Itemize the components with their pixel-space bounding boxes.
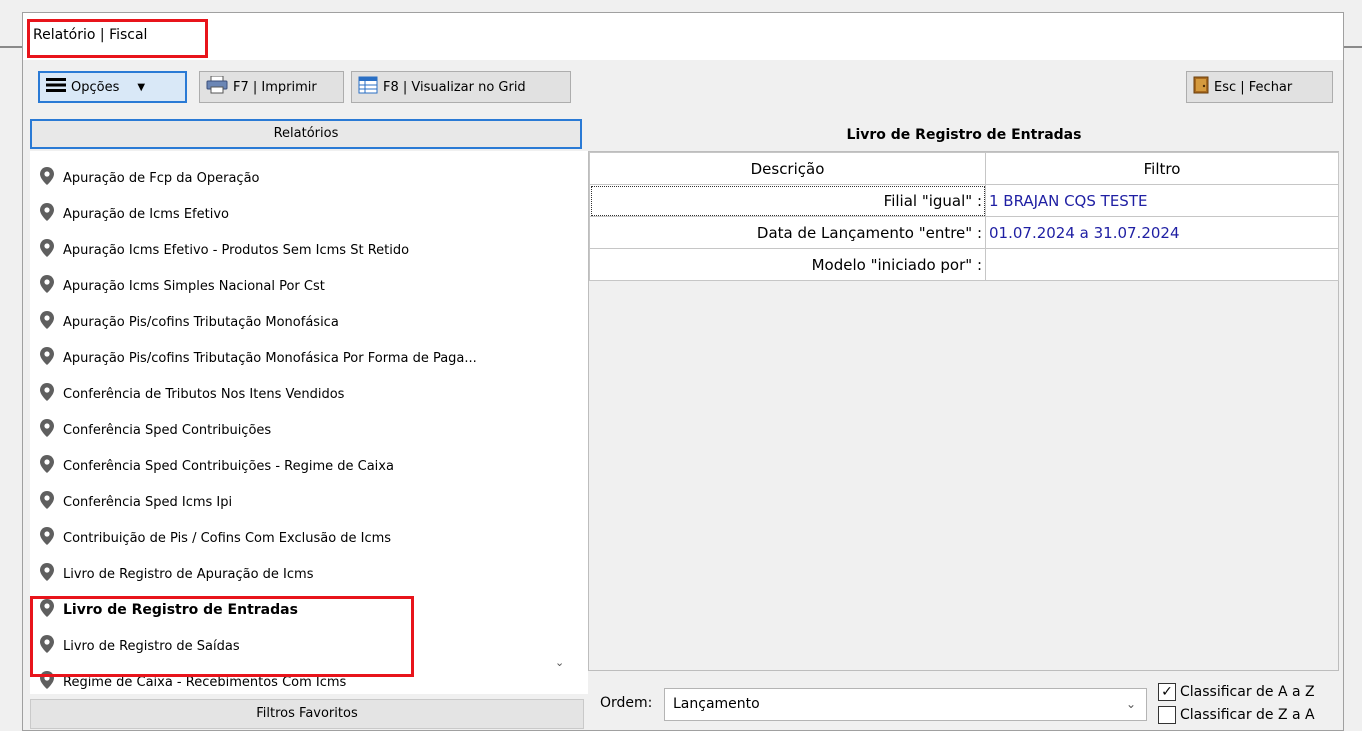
- reports-panel-header: Relatórios: [30, 119, 582, 149]
- view-grid-label: F8 | Visualizar no Grid: [383, 79, 526, 95]
- list-item-label: Apuração Icms Efetivo - Produtos Sem Icm…: [63, 242, 410, 258]
- list-item-label: Apuração Icms Simples Nacional Por Cst: [63, 278, 325, 294]
- list-item[interactable]: Conferência Sped Contribuições - Regime …: [40, 448, 394, 484]
- location-pin-icon: [40, 239, 54, 261]
- location-pin-icon: [40, 527, 54, 549]
- background-divider: [0, 46, 22, 48]
- order-bar: Ordem: Lançamento ⌄ ✓ Classificar de A a…: [588, 671, 1340, 729]
- column-header-descricao[interactable]: Descrição: [589, 152, 986, 185]
- sort-za-checkbox[interactable]: Classificar de Z a A: [1158, 706, 1315, 724]
- printer-icon: [206, 75, 228, 98]
- location-pin-icon: [40, 347, 54, 369]
- door-exit-icon: [1193, 76, 1209, 98]
- options-label: Opções: [71, 79, 120, 95]
- print-button[interactable]: F7 | Imprimir: [199, 71, 344, 103]
- chevron-down-icon: ⌄: [1125, 697, 1136, 711]
- scroll-down-icon[interactable]: ⌄: [555, 656, 564, 669]
- filters-grid-area: Descrição Filtro Filial "igual" : 1 BRAJ…: [588, 151, 1339, 671]
- selection-highlight-box: [30, 596, 414, 677]
- filter-value[interactable]: [985, 248, 1339, 281]
- background-divider: [1344, 46, 1362, 48]
- list-item[interactable]: Apuração Icms Efetivo - Produtos Sem Icm…: [40, 232, 409, 268]
- list-item[interactable]: Apuração Icms Simples Nacional Por Cst: [40, 268, 325, 304]
- location-pin-icon: [40, 203, 54, 225]
- view-grid-button[interactable]: F8 | Visualizar no Grid: [351, 71, 571, 103]
- list-item[interactable]: Contribuição de Pis / Cofins Com Exclusã…: [40, 520, 391, 556]
- filter-value[interactable]: 1 BRAJAN CQS TESTE: [985, 184, 1339, 217]
- options-button[interactable]: Opções ▼: [38, 71, 187, 103]
- list-item[interactable]: Conferência de Tributos Nos Itens Vendid…: [40, 376, 344, 412]
- filter-description: Filial "igual" :: [589, 184, 986, 217]
- location-pin-icon: [40, 563, 54, 585]
- print-label: F7 | Imprimir: [233, 79, 317, 95]
- selected-report-title: Livro de Registro de Entradas: [846, 127, 1082, 143]
- list-item[interactable]: Apuração Pis/cofins Tributação Monofásic…: [40, 340, 477, 376]
- list-item[interactable]: Conferência Sped Contribuições: [40, 412, 271, 448]
- list-item-label: Apuração de Icms Efetivo: [63, 206, 229, 222]
- list-item-label: Conferência Sped Contribuições: [63, 422, 272, 438]
- list-item[interactable]: Conferência Sped Icms Ipi: [40, 484, 232, 520]
- list-item-label: Conferência de Tributos Nos Itens Vendid…: [63, 386, 345, 402]
- order-label: Ordem:: [600, 695, 653, 711]
- list-item-label: Contribuição de Pis / Cofins Com Exclusã…: [63, 530, 392, 546]
- checkbox-checked-icon: ✓: [1158, 683, 1176, 701]
- location-pin-icon: [40, 455, 54, 477]
- table-row[interactable]: Filial "igual" : 1 BRAJAN CQS TESTE: [589, 184, 1339, 217]
- toolbar: Opções ▼ F7 | Imprimir F8 | Visualizar n…: [23, 65, 1343, 110]
- filter-description: Modelo "iniciado por" :: [589, 248, 986, 281]
- favorite-filters-button[interactable]: Filtros Favoritos: [30, 699, 584, 729]
- close-button[interactable]: Esc | Fechar: [1186, 71, 1333, 103]
- sort-az-checkbox[interactable]: ✓ Classificar de A a Z: [1158, 683, 1315, 701]
- location-pin-icon: [40, 311, 54, 333]
- location-pin-icon: [40, 491, 54, 513]
- table-row[interactable]: Modelo "iniciado por" :: [589, 248, 1339, 281]
- list-item-label: Conferência Sped Icms Ipi: [63, 494, 233, 510]
- list-item[interactable]: Livro de Registro de Apuração de Icms: [40, 556, 313, 592]
- sort-az-label: Classificar de A a Z: [1180, 684, 1315, 700]
- location-pin-icon: [40, 383, 54, 405]
- list-item-label: Apuração de Fcp da Operação: [63, 170, 260, 186]
- filter-description: Data de Lançamento "entre" :: [589, 216, 986, 249]
- list-item-label: Conferência Sped Contribuições - Regime …: [63, 458, 394, 474]
- filters-table: Descrição Filtro Filial "igual" : 1 BRAJ…: [589, 152, 1339, 281]
- list-item[interactable]: Apuração de Fcp da Operação: [40, 160, 260, 196]
- list-item-label: Apuração Pis/cofins Tributação Monofásic…: [63, 350, 477, 366]
- location-pin-icon: [40, 167, 54, 189]
- grid-icon: [358, 76, 378, 98]
- close-label: Esc | Fechar: [1214, 79, 1293, 95]
- order-select[interactable]: Lançamento ⌄: [664, 688, 1147, 721]
- menu-icon: [46, 78, 66, 96]
- location-pin-icon: [40, 275, 54, 297]
- chevron-down-icon: ▼: [137, 81, 146, 93]
- list-item[interactable]: Apuração Pis/cofins Tributação Monofásic…: [40, 304, 339, 340]
- list-item[interactable]: Apuração de Icms Efetivo: [40, 196, 229, 232]
- report-window: Relatório | Fiscal Opções ▼ F7 | Imprimi…: [22, 12, 1344, 731]
- filter-value[interactable]: 01.07.2024 a 31.07.2024: [985, 216, 1339, 249]
- location-pin-icon: [40, 419, 54, 441]
- title-highlight-box: [27, 19, 208, 58]
- table-row[interactable]: Data de Lançamento "entre" : 01.07.2024 …: [589, 216, 1339, 249]
- background-top: [0, 0, 1362, 12]
- checkbox-unchecked-icon: [1158, 706, 1176, 724]
- list-item-label: Apuração Pis/cofins Tributação Monofásic…: [63, 314, 339, 330]
- list-item-label: Livro de Registro de Apuração de Icms: [63, 566, 314, 582]
- order-value: Lançamento: [673, 696, 760, 712]
- column-header-filtro[interactable]: Filtro: [985, 152, 1339, 185]
- title-bar: Relatório | Fiscal: [23, 13, 1343, 60]
- sort-za-label: Classificar de Z a A: [1180, 707, 1315, 723]
